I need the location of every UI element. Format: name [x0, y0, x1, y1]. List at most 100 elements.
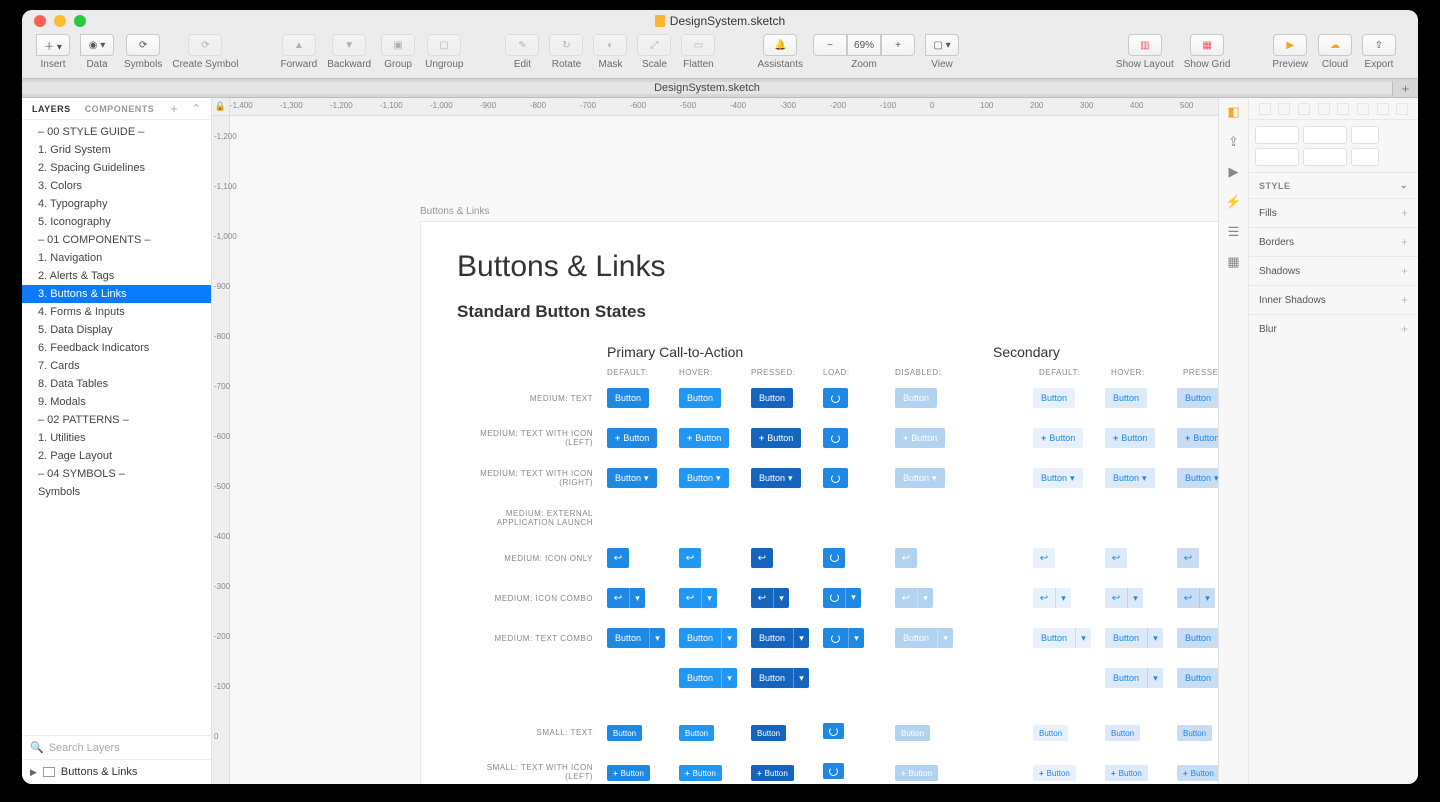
rotate-button[interactable]: ↻ — [549, 34, 583, 56]
shadows-section[interactable]: Shadows+ — [1249, 256, 1418, 285]
rail-bolt-icon[interactable]: ⚡ — [1225, 194, 1241, 210]
add-tab-button[interactable]: + — [1392, 81, 1418, 96]
layer-item[interactable]: 5. Iconography — [22, 213, 211, 231]
artboard-label[interactable]: Buttons & Links — [420, 206, 1218, 217]
mask-button[interactable]: ◐ — [593, 34, 627, 56]
sample-button: Button — [895, 725, 930, 741]
chevron-down-icon[interactable]: ⌄ — [1400, 180, 1408, 191]
blur-section[interactable]: Blur+ — [1249, 314, 1418, 343]
distribute-h-icon[interactable] — [1377, 103, 1389, 115]
rail-list-icon[interactable]: ☰ — [1228, 224, 1240, 240]
layer-item[interactable]: 8. Data Tables — [22, 375, 211, 393]
layer-item[interactable]: 3. Colors — [22, 177, 211, 195]
search-layers-input[interactable]: 🔍 Search Layers — [22, 735, 211, 759]
ungroup-button[interactable]: ▢ — [427, 34, 461, 56]
ruler-origin[interactable]: 🔒 — [212, 98, 230, 116]
layer-item[interactable]: – 02 PATTERNS – — [22, 411, 211, 429]
artboard[interactable]: Buttons & Links Standard Button States P… — [420, 221, 1218, 784]
canvas[interactable]: 🔒 -1,400-1,300-1,200-1,100-1,000-900-800… — [212, 98, 1218, 784]
flip-field[interactable] — [1351, 148, 1379, 166]
cloud-button[interactable]: ☁ — [1318, 34, 1352, 56]
view-button[interactable]: ▢ ▾ — [925, 34, 959, 56]
tab-document[interactable]: DesignSystem.sketch — [22, 82, 1392, 94]
layer-list[interactable]: – 00 STYLE GUIDE –1. Grid System2. Spaci… — [22, 120, 211, 735]
sample-button — [1105, 588, 1127, 608]
scale-button[interactable]: ⤢ — [637, 34, 671, 56]
lock-field[interactable] — [1351, 126, 1379, 144]
backward-button[interactable]: ▼ — [332, 34, 366, 56]
align-top-icon[interactable] — [1318, 103, 1330, 115]
rail-upload-icon[interactable]: ⇪ — [1228, 134, 1239, 150]
show-layout-button[interactable]: ▥ — [1128, 34, 1162, 56]
arrow-icon — [758, 593, 766, 604]
layer-item[interactable]: 6. Feedback Indicators — [22, 339, 211, 357]
align-left-icon[interactable] — [1259, 103, 1271, 115]
layer-item[interactable]: 2. Page Layout — [22, 447, 211, 465]
insert-button[interactable]: ＋ ▾ — [36, 34, 70, 56]
rail-design-icon[interactable]: ◧ — [1227, 104, 1239, 120]
sample-button — [751, 548, 773, 568]
zoom-in-button[interactable]: + — [881, 34, 915, 56]
layer-item[interactable]: 4. Typography — [22, 195, 211, 213]
tab-components[interactable]: COMPONENTS — [85, 104, 155, 114]
filter-icon[interactable]: ⌃ — [192, 102, 201, 115]
distribute-v-icon[interactable] — [1396, 103, 1408, 115]
layer-item[interactable]: Symbols — [22, 483, 211, 501]
layer-item[interactable]: – 04 SYMBOLS – — [22, 465, 211, 483]
rail-prototype-icon[interactable]: ▶ — [1229, 164, 1239, 180]
w-field[interactable] — [1255, 148, 1299, 166]
page-selector[interactable]: ▶ Buttons & Links — [22, 759, 211, 784]
inner-shadows-section[interactable]: Inner Shadows+ — [1249, 285, 1418, 314]
layer-item[interactable]: 2. Spacing Guidelines — [22, 159, 211, 177]
layer-item[interactable]: 7. Cards — [22, 357, 211, 375]
layer-item[interactable]: – 01 COMPONENTS – — [22, 231, 211, 249]
add-shadow-icon[interactable]: + — [1401, 264, 1408, 278]
h-field[interactable] — [1303, 148, 1347, 166]
show-grid-button[interactable]: ▦ — [1190, 34, 1224, 56]
canvas-viewport[interactable]: Buttons & Links Buttons & Links Standard… — [230, 116, 1218, 784]
fills-section[interactable]: Fills+ — [1249, 198, 1418, 227]
flatten-button[interactable]: ▭ — [681, 34, 715, 56]
group-button[interactable]: ▣ — [381, 34, 415, 56]
add-border-icon[interactable]: + — [1401, 235, 1408, 249]
minimize-icon[interactable] — [54, 15, 66, 27]
preview-button[interactable]: ▶ — [1273, 34, 1307, 56]
align-bottom-icon[interactable] — [1357, 103, 1369, 115]
layer-item[interactable]: 2. Alerts & Tags — [22, 267, 211, 285]
rail-grid-icon[interactable]: ▦ — [1227, 254, 1239, 270]
traffic-lights — [34, 15, 86, 27]
add-page-icon[interactable]: + — [170, 101, 178, 116]
sample-combo: ▾ — [751, 588, 789, 608]
export-button[interactable]: ⇧ — [1362, 34, 1396, 56]
layer-item[interactable]: 4. Forms & Inputs — [22, 303, 211, 321]
tab-layers[interactable]: LAYERS — [32, 104, 71, 114]
x-field[interactable] — [1255, 126, 1299, 144]
align-center-icon[interactable] — [1278, 103, 1290, 115]
sample-button: Button ▾ — [607, 468, 657, 488]
symbols-button[interactable]: ⟳ — [126, 34, 160, 56]
layer-item[interactable]: 5. Data Display — [22, 321, 211, 339]
y-field[interactable] — [1303, 126, 1347, 144]
maximize-icon[interactable] — [74, 15, 86, 27]
add-fill-icon[interactable]: + — [1401, 206, 1408, 220]
forward-button[interactable]: ▲ — [282, 34, 316, 56]
data-button[interactable]: ◉ ▾ — [80, 34, 114, 56]
layer-item[interactable]: 1. Navigation — [22, 249, 211, 267]
add-blur-icon[interactable]: + — [1401, 322, 1408, 336]
zoom-value[interactable]: 69% — [847, 34, 881, 56]
add-inner-shadow-icon[interactable]: + — [1401, 293, 1408, 307]
layer-item[interactable]: 3. Buttons & Links — [22, 285, 211, 303]
layer-item[interactable]: – 00 STYLE GUIDE – — [22, 123, 211, 141]
layer-item[interactable]: 1. Grid System — [22, 141, 211, 159]
assistants-button[interactable]: 🔔 — [763, 34, 797, 56]
align-right-icon[interactable] — [1298, 103, 1310, 115]
layer-item[interactable]: 9. Modals — [22, 393, 211, 411]
borders-section[interactable]: Borders+ — [1249, 227, 1418, 256]
create-symbol-button[interactable]: ⟳ — [188, 34, 222, 56]
preview-label: Preview — [1272, 59, 1308, 70]
layer-item[interactable]: 1. Utilities — [22, 429, 211, 447]
edit-button[interactable]: ✎ — [505, 34, 539, 56]
zoom-out-button[interactable]: − — [813, 34, 847, 56]
align-middle-icon[interactable] — [1337, 103, 1349, 115]
close-icon[interactable] — [34, 15, 46, 27]
